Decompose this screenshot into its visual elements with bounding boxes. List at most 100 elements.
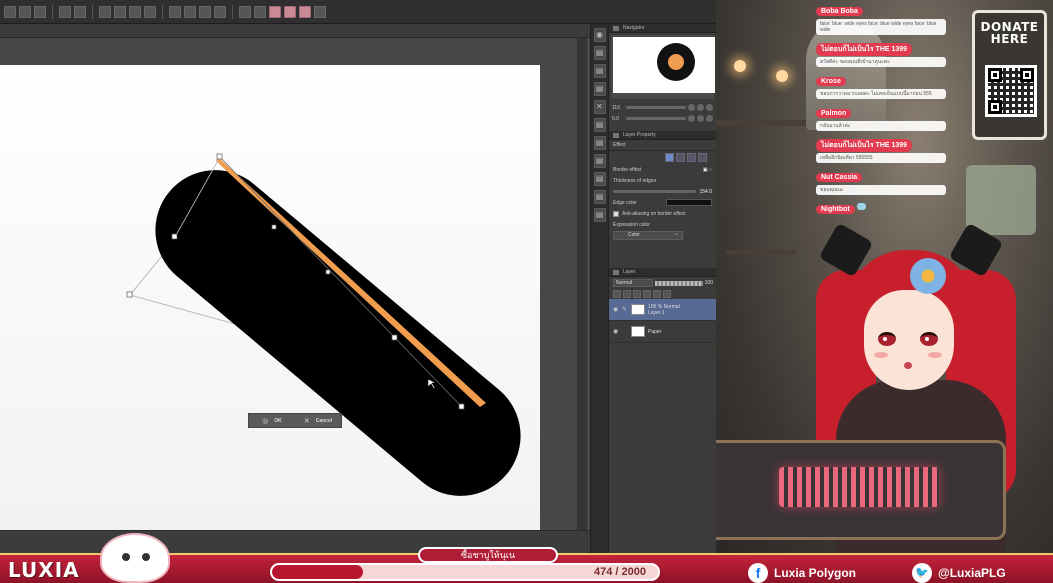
facebook-link[interactable]: f Luxia Polygon (748, 563, 856, 583)
chat-username: Palmon (816, 109, 852, 118)
eyedropper-icon[interactable] (314, 5, 326, 18)
twitter-handle: @LuxiaPLG (938, 566, 1006, 580)
zoom-out-icon[interactable] (697, 104, 704, 111)
donation-goal-label: ซื้อชาบูให้นุเน (418, 547, 558, 563)
save-icon[interactable] (34, 5, 46, 18)
thickness-slider[interactable] (613, 190, 697, 193)
chat-text: ชอบการวาดมากเลยค่ะ ไม่เคยเห็นแบบนี้มาก่อ… (816, 89, 946, 99)
border-effect-icon[interactable] (665, 153, 674, 162)
twitter-icon: 🐦 (912, 563, 932, 583)
history-panel-icon[interactable]: ▤ (593, 64, 606, 78)
tone-effect-icon[interactable] (676, 153, 685, 162)
edge-color-label: Edge color (613, 199, 637, 206)
zoom-slider[interactable] (626, 106, 686, 109)
lock-layer-icon[interactable] (653, 290, 661, 298)
flip-icon[interactable] (706, 115, 713, 122)
chat-username: ไม่ตอบก็ไม่เป็นไร THE 1399 (816, 43, 913, 56)
facebook-handle: Luxia Polygon (774, 566, 857, 580)
more-effects-icon[interactable] (698, 153, 707, 162)
new-file-icon[interactable] (4, 5, 16, 18)
layer-row-paper[interactable]: ◉ Paper (609, 321, 716, 343)
chat-username: Krose (816, 77, 846, 86)
room-lamp (734, 60, 746, 72)
material-panel-icon[interactable]: ▤ (593, 118, 606, 132)
chat-message: Palmon กลับมาแล้วค่ะ (816, 102, 966, 131)
navigator-tab[interactable]: Navigator (609, 24, 716, 33)
antialias-checkbox[interactable] (613, 210, 619, 217)
rotate-right-icon[interactable] (697, 115, 704, 122)
navigator-preview[interactable] (611, 35, 715, 99)
item-bank-icon[interactable]: ▤ (593, 154, 606, 168)
transform-icon[interactable] (114, 5, 126, 18)
capsule-shape (155, 170, 521, 496)
expression-color-select[interactable]: Color (613, 231, 683, 240)
color-set-icon[interactable]: ▤ (593, 172, 606, 186)
navigator-accent-dot (668, 54, 684, 70)
new-folder-icon[interactable] (633, 290, 641, 298)
blend-mode-select[interactable]: Normal (613, 279, 653, 287)
room-lamp (776, 70, 788, 82)
donate-panel[interactable]: DONATE HERE (972, 10, 1047, 140)
ok-button[interactable]: ◎ OK (249, 417, 295, 425)
crop-icon[interactable] (184, 5, 196, 18)
rotate-left-icon[interactable] (688, 115, 695, 122)
avatar-blush (874, 352, 888, 358)
visibility-eye-icon[interactable]: ◉ (613, 306, 619, 313)
thickness-row: Thickness of edges (609, 175, 716, 186)
snap-icon[interactable] (199, 5, 211, 18)
canvas-area[interactable]: ◎ OK ✕ Cancel (0, 24, 590, 553)
redo-icon[interactable] (74, 5, 86, 18)
border-effect-toggle[interactable]: ▣ ◌ (703, 167, 712, 173)
color-swatch-sub[interactable] (284, 5, 296, 18)
border-effect-row: Border effect ▣ ◌ (609, 164, 716, 175)
undo-icon[interactable] (59, 5, 71, 18)
select-all-icon[interactable] (129, 5, 141, 18)
rotation-slider[interactable] (626, 117, 686, 120)
transform-handle (325, 269, 331, 275)
vertical-scrollbar[interactable] (577, 38, 587, 530)
layer-panel-icon[interactable]: ▤ (593, 82, 606, 96)
layer-color-icon[interactable] (687, 153, 696, 162)
toolbar-divider (232, 4, 233, 19)
color-swatch-main[interactable] (269, 5, 281, 18)
timeline-icon[interactable]: ▤ (593, 190, 606, 204)
donation-goal-bar: 474 / 2000 (270, 563, 660, 581)
edge-color-swatch[interactable] (666, 199, 712, 206)
clip-layer-icon[interactable] (643, 290, 651, 298)
navigator-panel-icon[interactable]: ◉ (593, 28, 606, 42)
snap-ruler-icon[interactable] (239, 5, 251, 18)
ruler-icon[interactable] (214, 5, 226, 18)
new-raster-layer-icon[interactable] (613, 290, 621, 298)
drawing-canvas[interactable] (0, 65, 540, 530)
visibility-eye-icon[interactable]: ◉ (613, 328, 619, 335)
sub-view-icon[interactable]: ▤ (593, 136, 606, 150)
layer-property-tab[interactable]: Layer Property (609, 131, 716, 140)
layer-property-panel-icon[interactable]: ▤ (593, 46, 606, 60)
snap-grid-icon[interactable] (254, 5, 266, 18)
opacity-slider[interactable] (655, 280, 703, 286)
right-panels: Navigator 116 0.0 Layer Property Effect … (608, 24, 716, 553)
invert-selection-icon[interactable] (169, 5, 181, 18)
thickness-value[interactable]: 154.0 (699, 189, 712, 195)
cancel-button[interactable]: ✕ Cancel (295, 417, 341, 425)
expression-color-row: Expression color (609, 219, 716, 230)
layer-tab[interactable]: Layer (609, 268, 716, 277)
layer-row-layer1[interactable]: ◉ ✎ 100 % Normal Layer 1 (609, 299, 716, 321)
donate-qr-code[interactable] (985, 65, 1037, 117)
edge-color-row: Edge color (609, 197, 716, 208)
delete-layer-icon[interactable] (663, 290, 671, 298)
canvas-artwork (126, 153, 521, 496)
zoom-in-icon[interactable] (688, 104, 695, 111)
toolbar-divider (52, 4, 53, 19)
new-vector-layer-icon[interactable] (623, 290, 631, 298)
color-swatch-transparent[interactable] (299, 5, 311, 18)
twitter-link[interactable]: 🐦 @LuxiaPLG (912, 563, 1006, 583)
deselect-icon[interactable] (144, 5, 156, 18)
animation-cels-icon[interactable]: ▤ (593, 208, 606, 222)
open-file-icon[interactable] (19, 5, 31, 18)
clear-icon[interactable] (99, 5, 111, 18)
fit-icon[interactable] (706, 104, 713, 111)
thickness-label: Thickness of edges (613, 177, 657, 184)
layer-thumbnail (631, 326, 645, 337)
search-layer-icon[interactable]: ✕ (593, 100, 606, 114)
